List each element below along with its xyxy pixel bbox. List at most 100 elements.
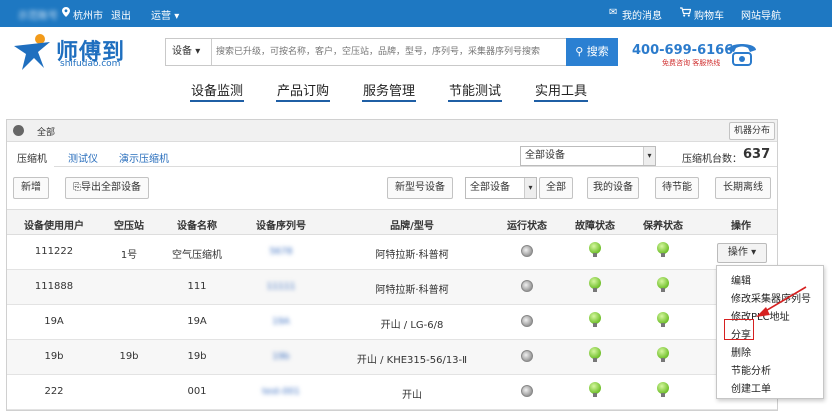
search-button[interactable]: ⚲ 搜索	[566, 38, 618, 66]
caret-down-icon: ▾	[643, 147, 655, 165]
count-label: 压缩机台数：	[682, 154, 742, 165]
ops-menu-label: 运营	[151, 11, 171, 22]
long-offline-button[interactable]: 长期离线	[715, 177, 771, 199]
search-bar: 设备 ▾ ⚲ 搜索	[165, 38, 618, 66]
cell-brand: 阿特拉斯·科普柯	[375, 250, 449, 261]
my-devices-button[interactable]: 我的设备	[587, 177, 639, 199]
table-row: 111222 1号 空气压缩机 5678 阿特拉斯·科普柯	[7, 235, 777, 270]
globe-icon	[13, 125, 24, 136]
nav-product-order[interactable]: 产品订购	[277, 80, 329, 99]
cart-icon	[680, 7, 692, 20]
brand-logo[interactable]: 师傅到 shifudao.com	[8, 30, 158, 74]
cell-brand: 开山	[402, 390, 422, 401]
export-button-label: 导出全部设备	[81, 182, 141, 193]
distribution-button[interactable]: 机器分布	[729, 122, 775, 140]
tab-demo-compressor[interactable]: 演示压缩机	[119, 150, 169, 165]
maint-bulb-icon	[657, 277, 669, 293]
cell-serial[interactable]: 5678	[239, 247, 323, 257]
hotline-number: 400-699-6166	[632, 43, 734, 58]
breadcrumb[interactable]: 全部	[37, 125, 55, 138]
count-value: 637	[743, 147, 771, 162]
cell-serial[interactable]: 11111	[239, 282, 323, 292]
search-type-select[interactable]: 设备 ▾	[166, 39, 212, 65]
cell-serial[interactable]: 19A	[239, 317, 323, 327]
device-filter-select[interactable]: 全部设备 ▾	[520, 146, 656, 166]
caret-down-icon: ▾	[524, 178, 536, 198]
nav-tools[interactable]: 实用工具	[535, 80, 587, 99]
envelope-icon: ✉	[609, 7, 618, 18]
col-brand: 品牌/型号	[390, 221, 434, 232]
annotation-arrow-icon	[756, 286, 807, 317]
top-bar: 示范账号 杭州市 退出 运营 ▾ ✉ 我的消息 购物车 网站导航	[0, 0, 832, 27]
status-filter-value: 全部设备	[470, 182, 510, 193]
messages-link[interactable]: 我的消息	[622, 7, 662, 22]
run-status-icon	[521, 245, 533, 257]
cell-serial[interactable]: test-001	[239, 387, 323, 397]
caret-down-icon: ▾	[195, 46, 201, 57]
cell-user: 19b	[44, 351, 64, 362]
tab-bar: 压缩机 测试仪 演示压缩机	[7, 143, 777, 168]
cell-name: 19A	[187, 316, 207, 327]
run-status-icon	[521, 350, 533, 362]
export-button[interactable]: ⎘导出全部设备	[65, 177, 149, 199]
table-row: 19b 19b 19b 19b 开山 / KHE315-56/13-Ⅱ	[7, 340, 777, 375]
nav-underline	[534, 100, 588, 102]
fault-bulb-icon	[589, 382, 601, 398]
nav-energy-test[interactable]: 节能测试	[449, 80, 501, 99]
nav-underline	[276, 100, 330, 102]
table-row: 222 001 test-001 开山	[7, 375, 777, 410]
menu-item-edit[interactable]: 编辑	[731, 272, 751, 287]
cell-station: 19b	[119, 351, 139, 362]
col-user: 设备使用用户	[24, 221, 84, 232]
cell-serial[interactable]: 19b	[239, 352, 323, 362]
menu-item-energy-analysis[interactable]: 节能分析	[731, 362, 771, 377]
table-row: 111888 111 11111 阿特拉斯·科普柯	[7, 270, 777, 305]
menu-item-delete[interactable]: 删除	[731, 344, 751, 359]
col-fault-status: 故障状态	[575, 221, 615, 232]
search-icon: ⚲	[575, 45, 584, 58]
actions-button[interactable]: 操作 ▾	[717, 243, 767, 263]
maint-bulb-icon	[657, 382, 669, 398]
tab-compressor[interactable]: 压缩机	[17, 150, 47, 165]
device-filter-value: 全部设备	[525, 150, 565, 161]
col-serial: 设备序列号	[256, 221, 306, 232]
city-link[interactable]: 杭州市	[73, 7, 103, 22]
search-type-label: 设备	[172, 46, 192, 57]
maint-bulb-icon	[657, 242, 669, 258]
fault-bulb-icon	[589, 347, 601, 363]
col-actions: 操作	[731, 221, 751, 232]
nav-device-monitor[interactable]: 设备监测	[191, 80, 243, 99]
all-button[interactable]: 全部	[539, 177, 573, 199]
device-panel: 全部 机器分布 压缩机 测试仪 演示压缩机 全部设备 ▾ 压缩机台数： 637 …	[6, 119, 778, 411]
logo-figure-icon	[14, 34, 50, 70]
actions-button-label: 操作	[727, 247, 748, 258]
cell-user: 19A	[44, 316, 64, 327]
location-pin-icon	[62, 7, 70, 20]
menu-item-create-ticket[interactable]: 创建工单	[731, 380, 771, 395]
add-button[interactable]: 新增	[13, 177, 49, 199]
cell-brand: 开山 / KHE315-56/13-Ⅱ	[356, 355, 468, 366]
new-model-button[interactable]: 新型号设备	[387, 177, 453, 199]
search-input[interactable]	[213, 39, 563, 65]
status-filter-select[interactable]: 全部设备 ▾	[465, 177, 537, 199]
pending-saving-button[interactable]: 待节能	[655, 177, 699, 199]
cell-user: 111888	[34, 281, 74, 292]
col-run-status: 运行状态	[507, 221, 547, 232]
cell-brand: 阿特拉斯·科普柯	[375, 285, 449, 296]
run-status-icon	[521, 315, 533, 327]
cell-user: 111222	[34, 246, 74, 257]
ops-menu[interactable]: 运营 ▾	[151, 7, 179, 22]
nav-service-manage[interactable]: 服务管理	[363, 80, 415, 99]
brand-domain: shifudao.com	[60, 59, 121, 69]
nav-underline	[190, 100, 244, 102]
cart-link[interactable]: 购物车	[694, 7, 724, 22]
tab-tester[interactable]: 测试仪	[68, 150, 98, 165]
hotline-subtitle: 免费咨询 客服热线	[662, 59, 721, 67]
col-name: 设备名称	[177, 221, 217, 232]
site-nav-link[interactable]: 网站导航	[741, 7, 781, 22]
cell-name: 001	[187, 386, 207, 397]
telephone-icon	[728, 44, 756, 66]
logout-link[interactable]: 退出	[111, 7, 131, 22]
nav-underline	[362, 100, 416, 102]
user-name: 示范账号	[18, 11, 58, 22]
